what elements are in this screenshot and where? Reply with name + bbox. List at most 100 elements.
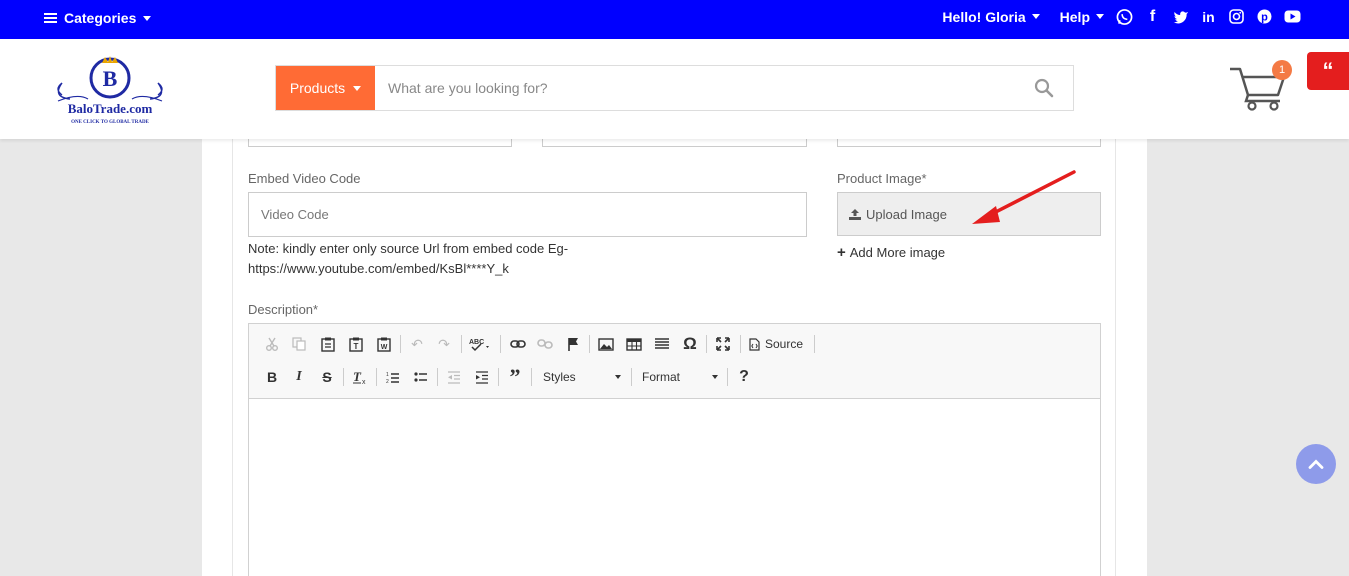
search-bar: Products [275, 65, 1074, 111]
scroll-to-top-button[interactable] [1296, 444, 1336, 484]
toolbar-separator [531, 368, 532, 386]
greeting: Hello! Gloria [942, 8, 1026, 25]
youtube-icon[interactable] [1284, 8, 1301, 25]
help-label: Help [1059, 8, 1090, 25]
paste-word-icon[interactable]: W [373, 333, 395, 355]
social-links: f in p [1116, 8, 1301, 25]
product-image-label: Product Image* [837, 171, 927, 186]
format-dropdown[interactable]: Format [638, 366, 722, 388]
toolbar-separator [631, 368, 632, 386]
blockquote-icon[interactable]: ” [504, 364, 526, 389]
site-header: B BaloTrade.com ONE CLICK TO GLOBAL TRAD… [0, 39, 1349, 139]
toolbar-separator [706, 335, 707, 353]
categories-menu[interactable]: Categories [44, 10, 152, 26]
instagram-icon[interactable] [1228, 8, 1245, 25]
table-icon[interactable] [623, 333, 645, 355]
source-label: Source [765, 337, 804, 351]
toolbar-separator [740, 335, 741, 353]
caret-down-icon [1096, 14, 1104, 19]
chevron-up-icon [1308, 459, 1324, 469]
account-menu[interactable]: Hello! Gloria [942, 8, 1040, 25]
request-quote-button[interactable]: “ [1307, 52, 1349, 90]
svg-text:2: 2 [386, 379, 389, 384]
note-line: Note: kindly enter only source Url from … [248, 241, 569, 256]
paste-icon[interactable] [317, 333, 339, 355]
svg-text:p: p [1261, 12, 1268, 24]
source-icon [749, 337, 760, 351]
video-label: Embed Video Code [248, 171, 361, 186]
image-icon[interactable] [595, 333, 617, 355]
svg-text:x: x [362, 379, 366, 385]
special-character-icon[interactable]: Ω [679, 333, 701, 355]
field-stub [542, 139, 807, 147]
svg-text:T: T [353, 369, 362, 384]
note-line: https://www.youtube.com/embed/KsBl****Y_… [248, 261, 509, 276]
cut-icon[interactable] [261, 333, 283, 355]
toolbar-separator [589, 335, 590, 353]
logo-tagline: ONE CLICK TO GLOBAL TRADE [71, 120, 149, 125]
anchor-flag-icon[interactable] [562, 333, 584, 355]
unlink-icon[interactable] [534, 333, 556, 355]
spellcheck-icon[interactable]: ABC [468, 333, 494, 355]
logo-text: BaloTrade.com [68, 101, 153, 116]
search-button[interactable] [1015, 66, 1073, 110]
maximize-icon[interactable] [712, 333, 734, 355]
strikethrough-icon[interactable]: S [316, 366, 338, 388]
link-icon[interactable] [507, 333, 529, 355]
toolbar-separator [461, 335, 462, 353]
toolbar-separator [500, 335, 501, 353]
plus-icon: + [837, 244, 846, 261]
paste-text-icon[interactable]: T [345, 333, 367, 355]
copy-icon[interactable] [288, 333, 310, 355]
indent-icon[interactable] [471, 366, 493, 388]
caret-down-icon [353, 85, 362, 91]
description-label: Description* [248, 302, 319, 317]
categories-label: Categories [64, 10, 137, 26]
search-input[interactable] [375, 66, 1015, 110]
toolbar-separator [437, 368, 438, 386]
whatsapp-icon[interactable] [1116, 8, 1133, 25]
svg-text:1: 1 [386, 372, 389, 378]
editor-toolbar: T W ↶ ↷ ABC Ω Source B I S T x 1 2 ” Sty… [249, 324, 1100, 399]
search-icon [1034, 78, 1054, 98]
top-bar: Categories Hello! Gloria Help f in p [0, 0, 1349, 39]
search-category-dropdown[interactable]: Products [276, 66, 375, 110]
twitter-icon[interactable] [1172, 8, 1189, 25]
source-button[interactable]: Source [745, 333, 811, 355]
caret-down-icon [615, 375, 621, 379]
toolbar-separator [343, 368, 344, 386]
styles-dropdown[interactable]: Styles [539, 366, 625, 388]
add-more-image-link[interactable]: + Add More image [837, 244, 945, 261]
video-code-input[interactable] [248, 192, 807, 237]
editor-content-area[interactable] [249, 399, 1100, 576]
horizontal-rule-icon[interactable] [651, 333, 673, 355]
linkedin-icon[interactable]: in [1200, 8, 1217, 25]
svg-text:B: B [103, 66, 118, 91]
help-menu[interactable]: Help [1060, 9, 1104, 25]
facebook-icon[interactable]: f [1144, 8, 1161, 25]
redo-icon[interactable]: ↷ [433, 333, 455, 355]
quote-icon: “ [1322, 58, 1334, 83]
numbered-list-icon[interactable]: 12 [382, 366, 404, 388]
cart-count-badge: 1 [1272, 60, 1292, 80]
video-note: Note: kindly enter only source Url from … [248, 239, 668, 279]
toolbar-separator [727, 368, 728, 386]
svg-text:ABC: ABC [469, 339, 484, 346]
pinterest-icon[interactable]: p [1256, 8, 1273, 25]
field-stub [248, 139, 512, 147]
bold-icon[interactable]: B [261, 366, 283, 388]
toolbar-separator [376, 368, 377, 386]
bulleted-list-icon[interactable] [410, 366, 432, 388]
format-label: Format [642, 370, 681, 384]
svg-text:W: W [381, 344, 388, 351]
remove-format-icon[interactable]: Tx [349, 366, 371, 388]
field-stub [837, 139, 1101, 147]
site-logo[interactable]: B BaloTrade.com ONE CLICK TO GLOBAL TRAD… [48, 53, 172, 127]
italic-icon[interactable]: I [288, 366, 310, 388]
outdent-icon[interactable] [443, 366, 465, 388]
toolbar-separator [814, 335, 815, 353]
hamburger-icon [44, 13, 57, 23]
undo-icon[interactable]: ↶ [406, 333, 428, 355]
help-icon[interactable]: ? [733, 366, 755, 388]
rich-text-editor: T W ↶ ↷ ABC Ω Source B I S T x 1 2 ” Sty… [248, 323, 1101, 576]
